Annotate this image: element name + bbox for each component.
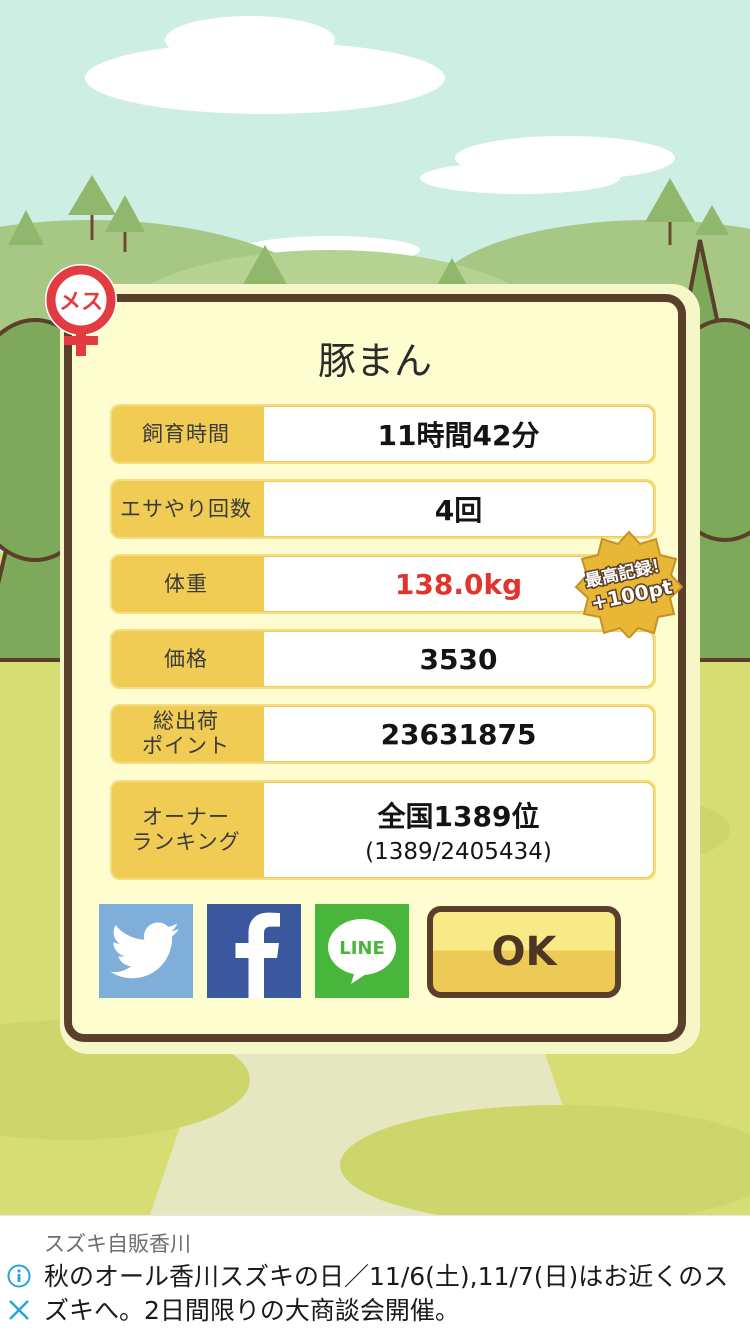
pig-name: 豚まん xyxy=(317,339,432,383)
line-logo-icon: LINE xyxy=(328,919,396,984)
stat-value: 11時間42分 xyxy=(264,407,653,461)
line-logo-text: LINE xyxy=(339,938,385,959)
stat-label: 総出荷 ポイント xyxy=(142,709,230,758)
ranking-rank: 全国1389位 xyxy=(377,800,540,833)
twitter-bird-icon xyxy=(111,922,179,979)
stat-row-total-points: 総出荷 ポイント 23631875 xyxy=(110,704,656,764)
ad-sponsor: スズキ自販香川 xyxy=(44,1232,191,1256)
stat-value: 3530 xyxy=(264,632,653,686)
stat-label: 体重 xyxy=(164,571,208,596)
ok-button[interactable]: OK xyxy=(427,906,621,998)
stat-value: 23631875 xyxy=(264,707,653,761)
ranking-value: 全国1389位 (1389/2405434) xyxy=(264,783,653,877)
stat-label: エサやり回数 xyxy=(120,496,252,521)
facebook-f-icon xyxy=(235,912,280,998)
ad-close-icon[interactable] xyxy=(7,1298,31,1322)
female-badge-icon: メス xyxy=(36,264,126,360)
ranking-detail: (1389/2405434) xyxy=(365,839,552,865)
stat-label: オーナー ランキング xyxy=(131,805,241,854)
stat-row-breeding-time: 飼育時間 11時間42分 xyxy=(110,404,656,464)
ad-banner[interactable]: スズキ自販香川 秋のオール香川スズキの日／11/6(土),11/7(日)はお近く… xyxy=(0,1215,750,1335)
stat-row-owner-ranking: オーナー ランキング 全国1389位 (1389/2405434) xyxy=(110,780,656,880)
ad-text[interactable]: 秋のオール香川スズキの日／11/6(土),11/7(日)はお近くのスズキへ。2日… xyxy=(44,1260,734,1328)
stat-label: 価格 xyxy=(164,646,208,671)
stat-label: 飼育時間 xyxy=(142,421,230,446)
ad-info-icon[interactable] xyxy=(7,1264,31,1288)
gender-badge-text: メス xyxy=(59,290,103,315)
facebook-share-button[interactable] xyxy=(207,904,301,998)
line-share-button[interactable]: LINE xyxy=(315,904,409,998)
record-badge-icon: 最高記録！ +100pt xyxy=(574,528,684,640)
twitter-share-button[interactable] xyxy=(99,904,193,998)
